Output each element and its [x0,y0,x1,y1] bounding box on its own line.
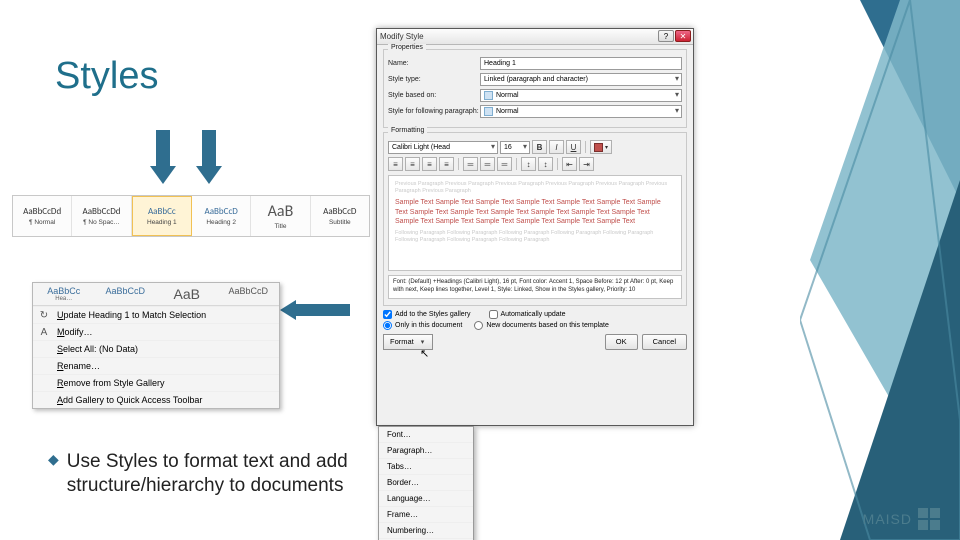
format-dropdown-menu: Font…Paragraph…Tabs…Border…Language…Fram… [378,426,474,540]
close-button[interactable]: ✕ [675,30,691,42]
dialog-title: Modify Style [380,32,424,41]
format-menu-item[interactable]: Paragraph… [379,442,473,458]
linespacing-1-button[interactable]: ═ [463,157,478,171]
context-menu-item[interactable]: Select All: (No Data) [33,340,279,357]
formatting-group: Formatting Calibri Light (Head 16 B I U … [383,132,687,306]
style-tile-mini[interactable]: AaBbCcD [218,283,280,305]
pointer-arrow-left [280,300,350,320]
styletype-label: Style type: [388,76,480,83]
menu-item-icon [38,343,50,355]
add-to-gallery-checkbox[interactable]: Add to the Styles gallery [383,310,471,319]
maisd-logo: MAISD [863,508,940,530]
italic-button[interactable]: I [549,140,564,154]
format-menu-item[interactable]: Numbering… [379,522,473,538]
bullet-text: Use Styles to format text and add struct… [67,450,368,498]
formatting-legend: Formatting [388,127,427,134]
dialog-titlebar[interactable]: Modify Style ? ✕ [377,29,693,45]
format-menu-item[interactable]: Frame… [379,506,473,522]
bullet-icon: ◆ [48,450,59,468]
indent-inc-button[interactable]: ⇥ [579,157,594,171]
following-combo[interactable]: Normal [480,105,682,118]
menu-item-icon: A [38,326,50,338]
slide-decoration [800,0,960,540]
align-justify-button[interactable]: ≡ [439,157,454,171]
slide-title: Styles [55,55,158,98]
style-tile-mini[interactable]: AaBbCcD [95,283,157,305]
preview-sample-text: Sample Text Sample Text Sample Text Samp… [395,198,675,226]
align-center-button[interactable]: ≡ [405,157,420,171]
font-combo[interactable]: Calibri Light (Head [388,141,498,154]
menu-item-icon: ↻ [38,309,50,321]
pointer-arrow-2 [196,130,222,190]
format-menu-item[interactable]: Tabs… [379,458,473,474]
context-menu-item[interactable]: ↻Update Heading 1 to Match Selection [33,306,279,323]
fontcolor-button[interactable]: ▾ [590,140,612,154]
preview-pane: Previous Paragraph Previous Paragraph Pr… [388,175,682,271]
context-menu-item[interactable]: AModify… [33,323,279,340]
bold-button[interactable]: B [532,140,547,154]
modify-style-dialog: Modify Style ? ✕ Properties Name: Headin… [376,28,694,426]
linespacing-3-button[interactable]: ═ [497,157,512,171]
help-button[interactable]: ? [658,30,674,42]
auto-update-checkbox[interactable]: Automatically update [489,310,566,319]
style-tile-mini[interactable]: AaB [156,283,218,305]
style-tile[interactable]: AaBbCcHeading 1 [132,196,192,236]
ok-button[interactable]: OK [605,334,638,350]
indent-dec-button[interactable]: ⇤ [562,157,577,171]
style-tile[interactable]: AaBbCcDd¶ No Spac… [72,196,131,236]
style-context-menu: AaBbCcHea…AaBbCcDAaBAaBbCcD ↻Update Head… [32,282,280,409]
format-menu-item[interactable]: Language… [379,490,473,506]
format-button[interactable]: Format ↖ [383,334,433,350]
mouse-cursor-icon: ↖ [420,347,429,360]
context-menu-item[interactable]: Remove from Style Gallery [33,374,279,391]
style-tile-mini[interactable]: AaBbCcHea… [33,283,95,305]
style-tile[interactable]: AaBTitle [251,196,310,236]
format-menu-item[interactable]: Font… [379,427,473,442]
underline-button[interactable]: U [566,140,581,154]
styles-gallery[interactable]: AaBbCcDd¶ NormalAaBbCcDd¶ No Spac…AaBbCc… [12,195,370,237]
linespacing-2-button[interactable]: ═ [480,157,495,171]
properties-legend: Properties [388,44,426,51]
basedon-combo[interactable]: Normal [480,89,682,102]
pointer-arrow-1 [150,130,176,190]
menu-item-icon [38,394,50,406]
menu-item-icon [38,377,50,389]
style-tile[interactable]: AaBbCcDSubtitle [311,196,369,236]
fontsize-combo[interactable]: 16 [500,141,530,154]
following-label: Style for following paragraph: [388,108,480,115]
styletype-combo[interactable]: Linked (paragraph and character) [480,73,682,86]
space-before-dec-button[interactable]: ↕ [538,157,553,171]
preview-ghost-bottom: Following Paragraph Following Paragraph … [395,230,675,244]
space-before-inc-button[interactable]: ↕ [521,157,536,171]
align-left-button[interactable]: ≡ [388,157,403,171]
context-menu-item[interactable]: Rename… [33,357,279,374]
basedon-label: Style based on: [388,92,480,99]
context-menu-item[interactable]: Add Gallery to Quick Access Toolbar [33,391,279,408]
new-docs-template-radio[interactable]: New documents based on this template [474,321,609,330]
align-right-button[interactable]: ≡ [422,157,437,171]
style-tile[interactable]: AaBbCcDd¶ Normal [13,196,72,236]
style-description: Font: (Default) +Headings (Calibri Light… [388,275,682,299]
menu-item-icon [38,360,50,372]
name-label: Name: [388,60,480,67]
only-this-doc-radio[interactable]: Only in this document [383,321,462,330]
preview-ghost-top: Previous Paragraph Previous Paragraph Pr… [395,181,675,195]
format-menu-item[interactable]: Border… [379,474,473,490]
name-input[interactable]: Heading 1 [480,57,682,70]
cancel-button[interactable]: Cancel [642,334,687,350]
style-tile[interactable]: AaBbCcDHeading 2 [192,196,251,236]
properties-group: Properties Name: Heading 1 Style type: L… [383,49,687,128]
